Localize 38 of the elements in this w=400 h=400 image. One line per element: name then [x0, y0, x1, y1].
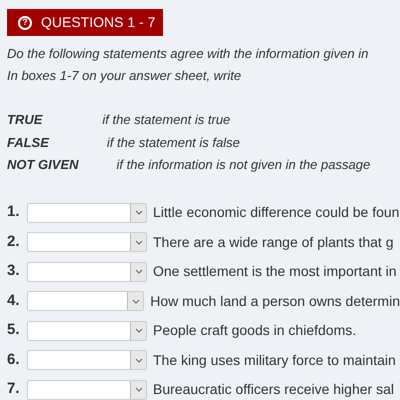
answer-select[interactable] [27, 262, 147, 282]
answer-select[interactable] [26, 291, 144, 311]
instruction-text: Do the following statements agree with the information given in [7, 45, 368, 63]
legend-term: FALSE [7, 134, 49, 152]
question-number: 1. [7, 202, 21, 222]
answer-select[interactable] [27, 232, 147, 252]
question-number: 2. [7, 232, 21, 252]
question-number: 4. [7, 290, 21, 311]
legend-term: NOT GIVEN [7, 156, 79, 174]
legend-meaning: if the statement is false [106, 134, 240, 152]
question-statement: Little economic difference could be foun [153, 203, 400, 222]
question-statement: How much land a person owns determin [150, 292, 400, 311]
question-number: 7. [7, 379, 21, 400]
legend-meaning: if the statement is true [101, 111, 230, 129]
caret-icon [127, 292, 144, 310]
question-statement: People craft goods in chiefdoms. [153, 321, 356, 340]
instruction-text: In boxes 1-7 on your answer sheet, write [7, 67, 242, 85]
question-statement: One settlement is the most important in [153, 262, 397, 281]
answer-select[interactable] [27, 202, 147, 222]
caret-icon [130, 322, 146, 340]
legend-meaning: if the information is not given in the passage [116, 156, 370, 174]
legend-term: TRUE [7, 111, 42, 129]
caret-icon [130, 351, 146, 369]
question-statement: Bureaucratic officers receive higher sal [153, 380, 394, 399]
answer-select[interactable] [27, 350, 147, 370]
question-number: 5. [7, 320, 21, 340]
question-number: 6. [7, 350, 21, 370]
caret-icon [130, 380, 146, 398]
answer-select[interactable] [27, 320, 147, 340]
section-title: QUESTIONS 1 - 7 [41, 13, 156, 32]
question-statement: The king uses military force to maintain [153, 350, 396, 370]
answer-select[interactable] [27, 380, 147, 400]
question-statement: There are a wide range of plants that g [153, 232, 394, 252]
caret-icon [130, 204, 146, 222]
help-icon: ? [18, 16, 32, 30]
caret-icon [130, 233, 146, 251]
caret-icon [130, 262, 146, 280]
question-number: 3. [7, 261, 21, 282]
